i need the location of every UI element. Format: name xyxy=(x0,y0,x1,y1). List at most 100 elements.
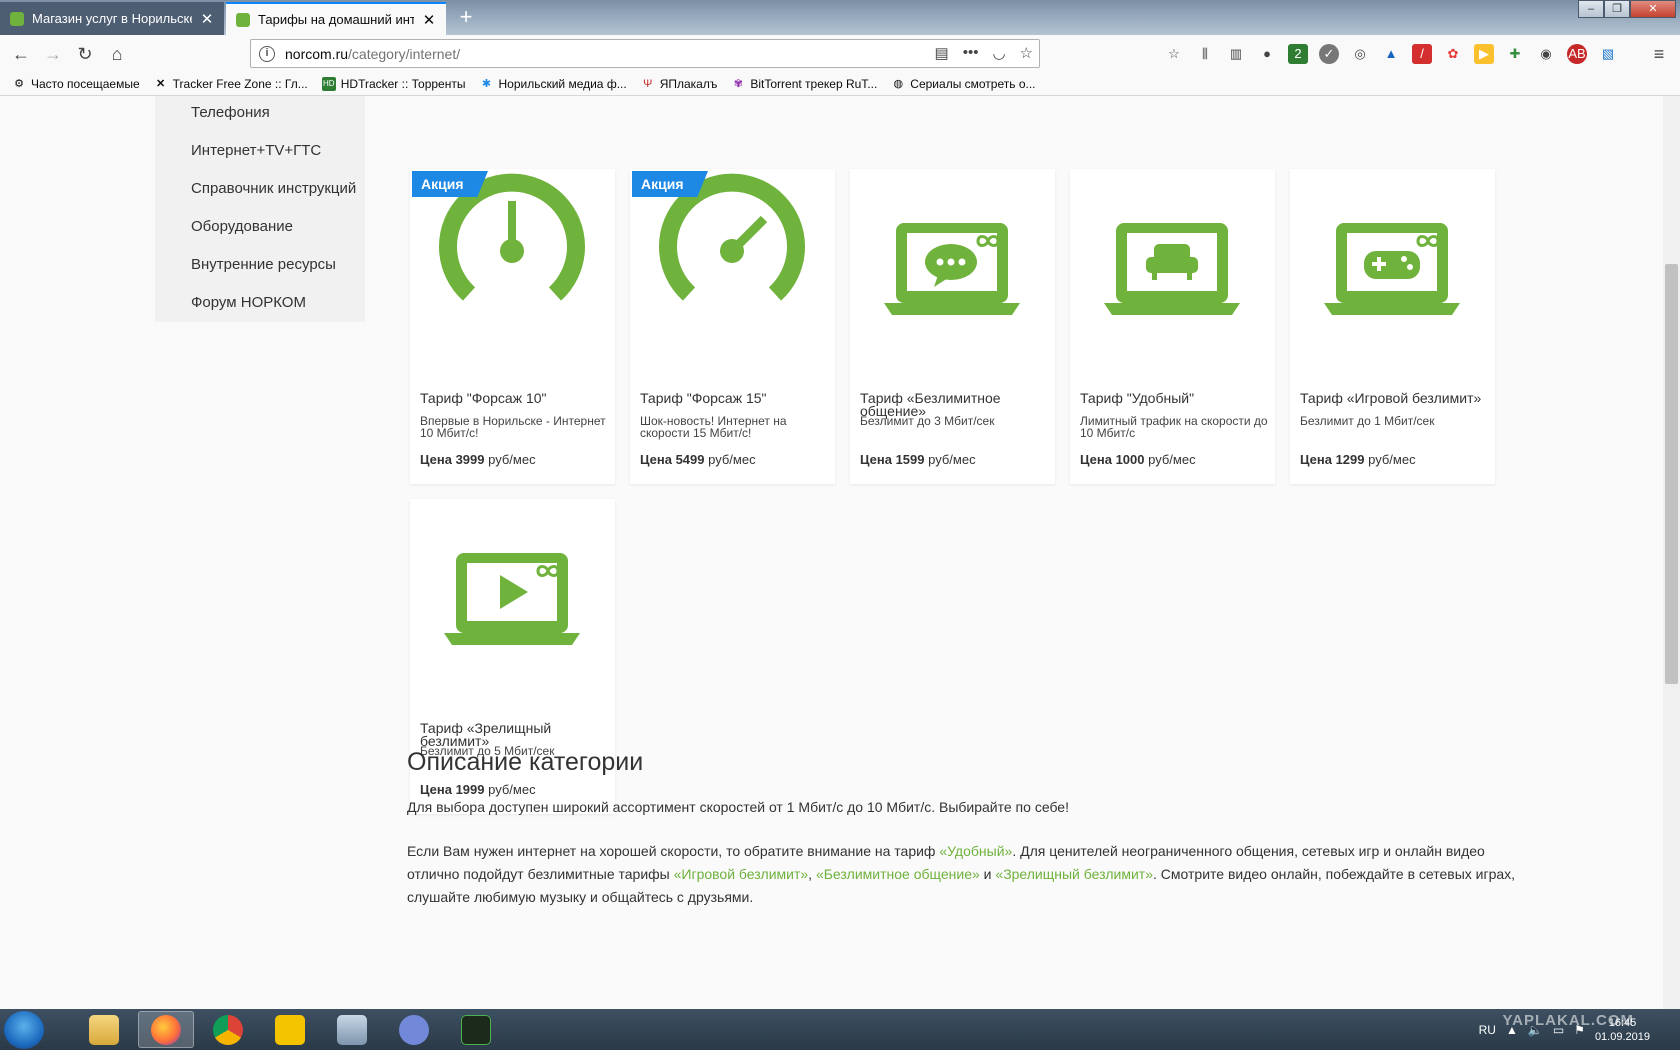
firefox-icon xyxy=(151,1014,181,1045)
taskbar-firefox[interactable] xyxy=(138,1011,194,1048)
menu-hamburger-icon[interactable]: ≡ xyxy=(1644,39,1674,69)
description-paragraph: Для выбора доступен широкий ассортимент … xyxy=(407,799,1069,815)
start-button[interactable] xyxy=(4,1011,44,1049)
scrollbar-thumb[interactable] xyxy=(1665,264,1678,684)
taskbar-explorer[interactable] xyxy=(76,1011,132,1048)
bookmark-item[interactable]: ⚙ Часто посещаемые xyxy=(12,77,140,91)
toolbar-icons: ☆ ⫼ ▥ ● 2 ✓ ◎ ▲ / ✿ ▶ ✚ ◉ AB ▧ xyxy=(1164,44,1618,64)
bookmark-item[interactable]: ◍ Сериалы смотреть о... xyxy=(891,77,1035,91)
page-content: Телефония Интернет+TV+ГТС Справочник инс… xyxy=(0,96,1663,1009)
taskbar-player[interactable] xyxy=(262,1011,318,1048)
language-indicator[interactable]: RU xyxy=(1479,1023,1496,1037)
category-description-heading: Описание категории xyxy=(407,748,644,776)
close-tab-icon[interactable]: ✕ xyxy=(200,10,214,28)
site-info-icon[interactable]: i xyxy=(259,45,275,62)
new-tab-button[interactable]: + xyxy=(452,4,480,32)
taskbar-chrome[interactable] xyxy=(200,1011,256,1048)
terminal-icon xyxy=(461,1014,491,1045)
forward-button[interactable]: → xyxy=(38,39,68,69)
minimize-button[interactable]: – xyxy=(1578,0,1604,18)
globe-icon: ◍ xyxy=(893,77,904,90)
extension-flower-icon[interactable]: ✿ xyxy=(1443,44,1463,64)
servers-icon xyxy=(337,1014,367,1045)
extension-book-icon[interactable]: ▧ xyxy=(1598,44,1618,64)
bookmark-item[interactable]: ✱ Норильский медиа ф... xyxy=(479,77,627,91)
tariff-card[interactable]: Тариф «Игровой безлимит» Безлимит до 1 М… xyxy=(1290,169,1495,484)
taskbar-discord[interactable] xyxy=(386,1011,442,1048)
extension-red-icon[interactable]: / xyxy=(1412,44,1432,64)
adblock-icon[interactable]: AB xyxy=(1567,44,1587,64)
account-icon[interactable]: ● xyxy=(1257,44,1277,64)
bookmark-star-icon[interactable]: ☆ xyxy=(1020,44,1033,62)
maximize-button[interactable]: ❐ xyxy=(1604,0,1630,18)
tariff-description: Впервые в Норильске - Интернет 10 Мбит/с… xyxy=(420,414,606,440)
sidebar-item-resources[interactable]: Внутренние ресурсы xyxy=(191,256,336,273)
tariff-card[interactable]: Акция Тариф "Форсаж 10" Впервые в Нориль… xyxy=(410,169,615,484)
bookmark-item[interactable]: Ψ ЯПлакалъ xyxy=(641,77,717,91)
tariff-price: Цена 1599 руб/мес xyxy=(860,452,976,467)
home-button[interactable]: ⌂ xyxy=(102,39,132,69)
notifications-icon[interactable]: ⚑ xyxy=(1574,1023,1585,1037)
volume-icon[interactable]: 🔈 xyxy=(1528,1023,1543,1037)
sidebar-item-instructions[interactable]: Справочник инструкций xyxy=(191,180,356,197)
system-clock[interactable]: 16:45 01.09.2019 xyxy=(1595,1016,1650,1044)
explorer-icon xyxy=(89,1014,119,1045)
link-obshchenie[interactable]: «Безлимитное общение» xyxy=(816,866,980,882)
tariff-description: Шок-новость! Интернет на скорости 15 Мби… xyxy=(640,414,787,440)
bookmark-item[interactable]: ✾ BitTorrent трекер RuT... xyxy=(731,77,878,91)
extension-globe-icon[interactable]: ◎ xyxy=(1350,44,1370,64)
link-udobny[interactable]: «Удобный» xyxy=(939,843,1012,859)
tariff-card[interactable]: Акция Тариф "Форсаж 15" Шок-новость! Инт… xyxy=(630,169,835,484)
link-zrelishchny[interactable]: «Зрелищный безлимит» xyxy=(995,866,1153,882)
bookmark-item[interactable]: ✕ Tracker Free Zone :: Гл... xyxy=(154,77,308,91)
tray-expand-icon[interactable]: ▲ xyxy=(1506,1023,1518,1037)
extension-icon[interactable]: 2 xyxy=(1288,44,1308,64)
extension-play-icon[interactable]: ▶ xyxy=(1474,44,1494,64)
browser-tabbar: Магазин услуг в Норильске - ✕ Тарифы на … xyxy=(0,0,1680,35)
tariff-card[interactable]: Тариф «Безлимитное общение» Безлимит до … xyxy=(850,169,1055,484)
gear-icon: ⚙ xyxy=(14,77,24,90)
reader-view-icon[interactable]: ▤ xyxy=(935,44,949,62)
site-favicon-icon xyxy=(10,11,24,26)
tariff-description: Лимитный трафик на скорости до 10 Мбит/с xyxy=(1080,414,1268,440)
yap-icon: Ψ xyxy=(643,77,653,90)
taskbar-servers[interactable] xyxy=(324,1011,380,1048)
tariff-title[interactable]: Тариф "Форсаж 15" xyxy=(640,391,830,405)
tariff-card[interactable]: Тариф "Удобный" Лимитный трафик на скоро… xyxy=(1070,169,1275,484)
sidebar-item-telephony[interactable]: Телефония xyxy=(191,104,270,121)
downloads-icon[interactable]: ☆ xyxy=(1164,44,1184,64)
chrome-icon xyxy=(213,1014,243,1045)
tariff-title[interactable]: Тариф «Игровой безлимит» xyxy=(1300,391,1490,405)
tariff-title[interactable]: Тариф "Форсаж 10" xyxy=(420,391,610,405)
back-button[interactable]: ← xyxy=(6,39,36,69)
tab-tariffs[interactable]: Тарифы на домашний интер ✕ xyxy=(226,2,446,35)
tariff-title[interactable]: Тариф "Удобный" xyxy=(1080,391,1270,405)
network-icon[interactable]: ▭ xyxy=(1553,1023,1564,1037)
extension-puzzle-icon[interactable]: ✚ xyxy=(1505,44,1525,64)
tariff-description: Безлимит до 3 Мбит/сек xyxy=(860,414,995,428)
extension-check-icon[interactable]: ✓ xyxy=(1319,44,1339,64)
sidebar-item-forum[interactable]: Форум НОРКОМ xyxy=(191,294,306,311)
tariff-price: Цена 1999 руб/мес xyxy=(420,782,536,797)
address-bar[interactable]: i norcom.ru/category/internet/ ▤ ••• ◡ ☆ xyxy=(250,39,1040,68)
close-tab-icon[interactable]: ✕ xyxy=(422,11,436,29)
close-window-button[interactable]: ✕ xyxy=(1630,0,1676,18)
extension-eye-icon[interactable]: ◉ xyxy=(1536,44,1556,64)
sidebar-icon[interactable]: ▥ xyxy=(1226,44,1246,64)
bookmark-item[interactable]: HD HDTracker :: Торренты xyxy=(321,76,465,91)
snowflake-icon: ✱ xyxy=(481,77,492,90)
page-actions-icon[interactable]: ••• xyxy=(963,44,979,62)
page-scrollbar[interactable] xyxy=(1663,96,1680,1009)
description-paragraph: Если Вам нужен интернет на хорошей скоро… xyxy=(407,843,1516,905)
pocket-icon[interactable]: ◡ xyxy=(992,44,1005,62)
tariff-price: Цена 1000 руб/мес xyxy=(1080,452,1196,467)
reload-button[interactable]: ↻ xyxy=(70,39,100,69)
sidebar-item-equipment[interactable]: Оборудование xyxy=(191,218,293,235)
taskbar-terminal[interactable] xyxy=(448,1011,504,1048)
laptop-chat-icon xyxy=(884,223,1020,315)
link-igrovoy[interactable]: «Игровой безлимит» xyxy=(674,866,809,882)
extension-drive-icon[interactable]: ▲ xyxy=(1381,44,1401,64)
tab-shop[interactable]: Магазин услуг в Норильске - ✕ xyxy=(0,2,224,35)
library-icon[interactable]: ⫼ xyxy=(1195,44,1215,64)
sidebar-item-internet-tv[interactable]: Интернет+TV+ГТС xyxy=(191,142,321,159)
